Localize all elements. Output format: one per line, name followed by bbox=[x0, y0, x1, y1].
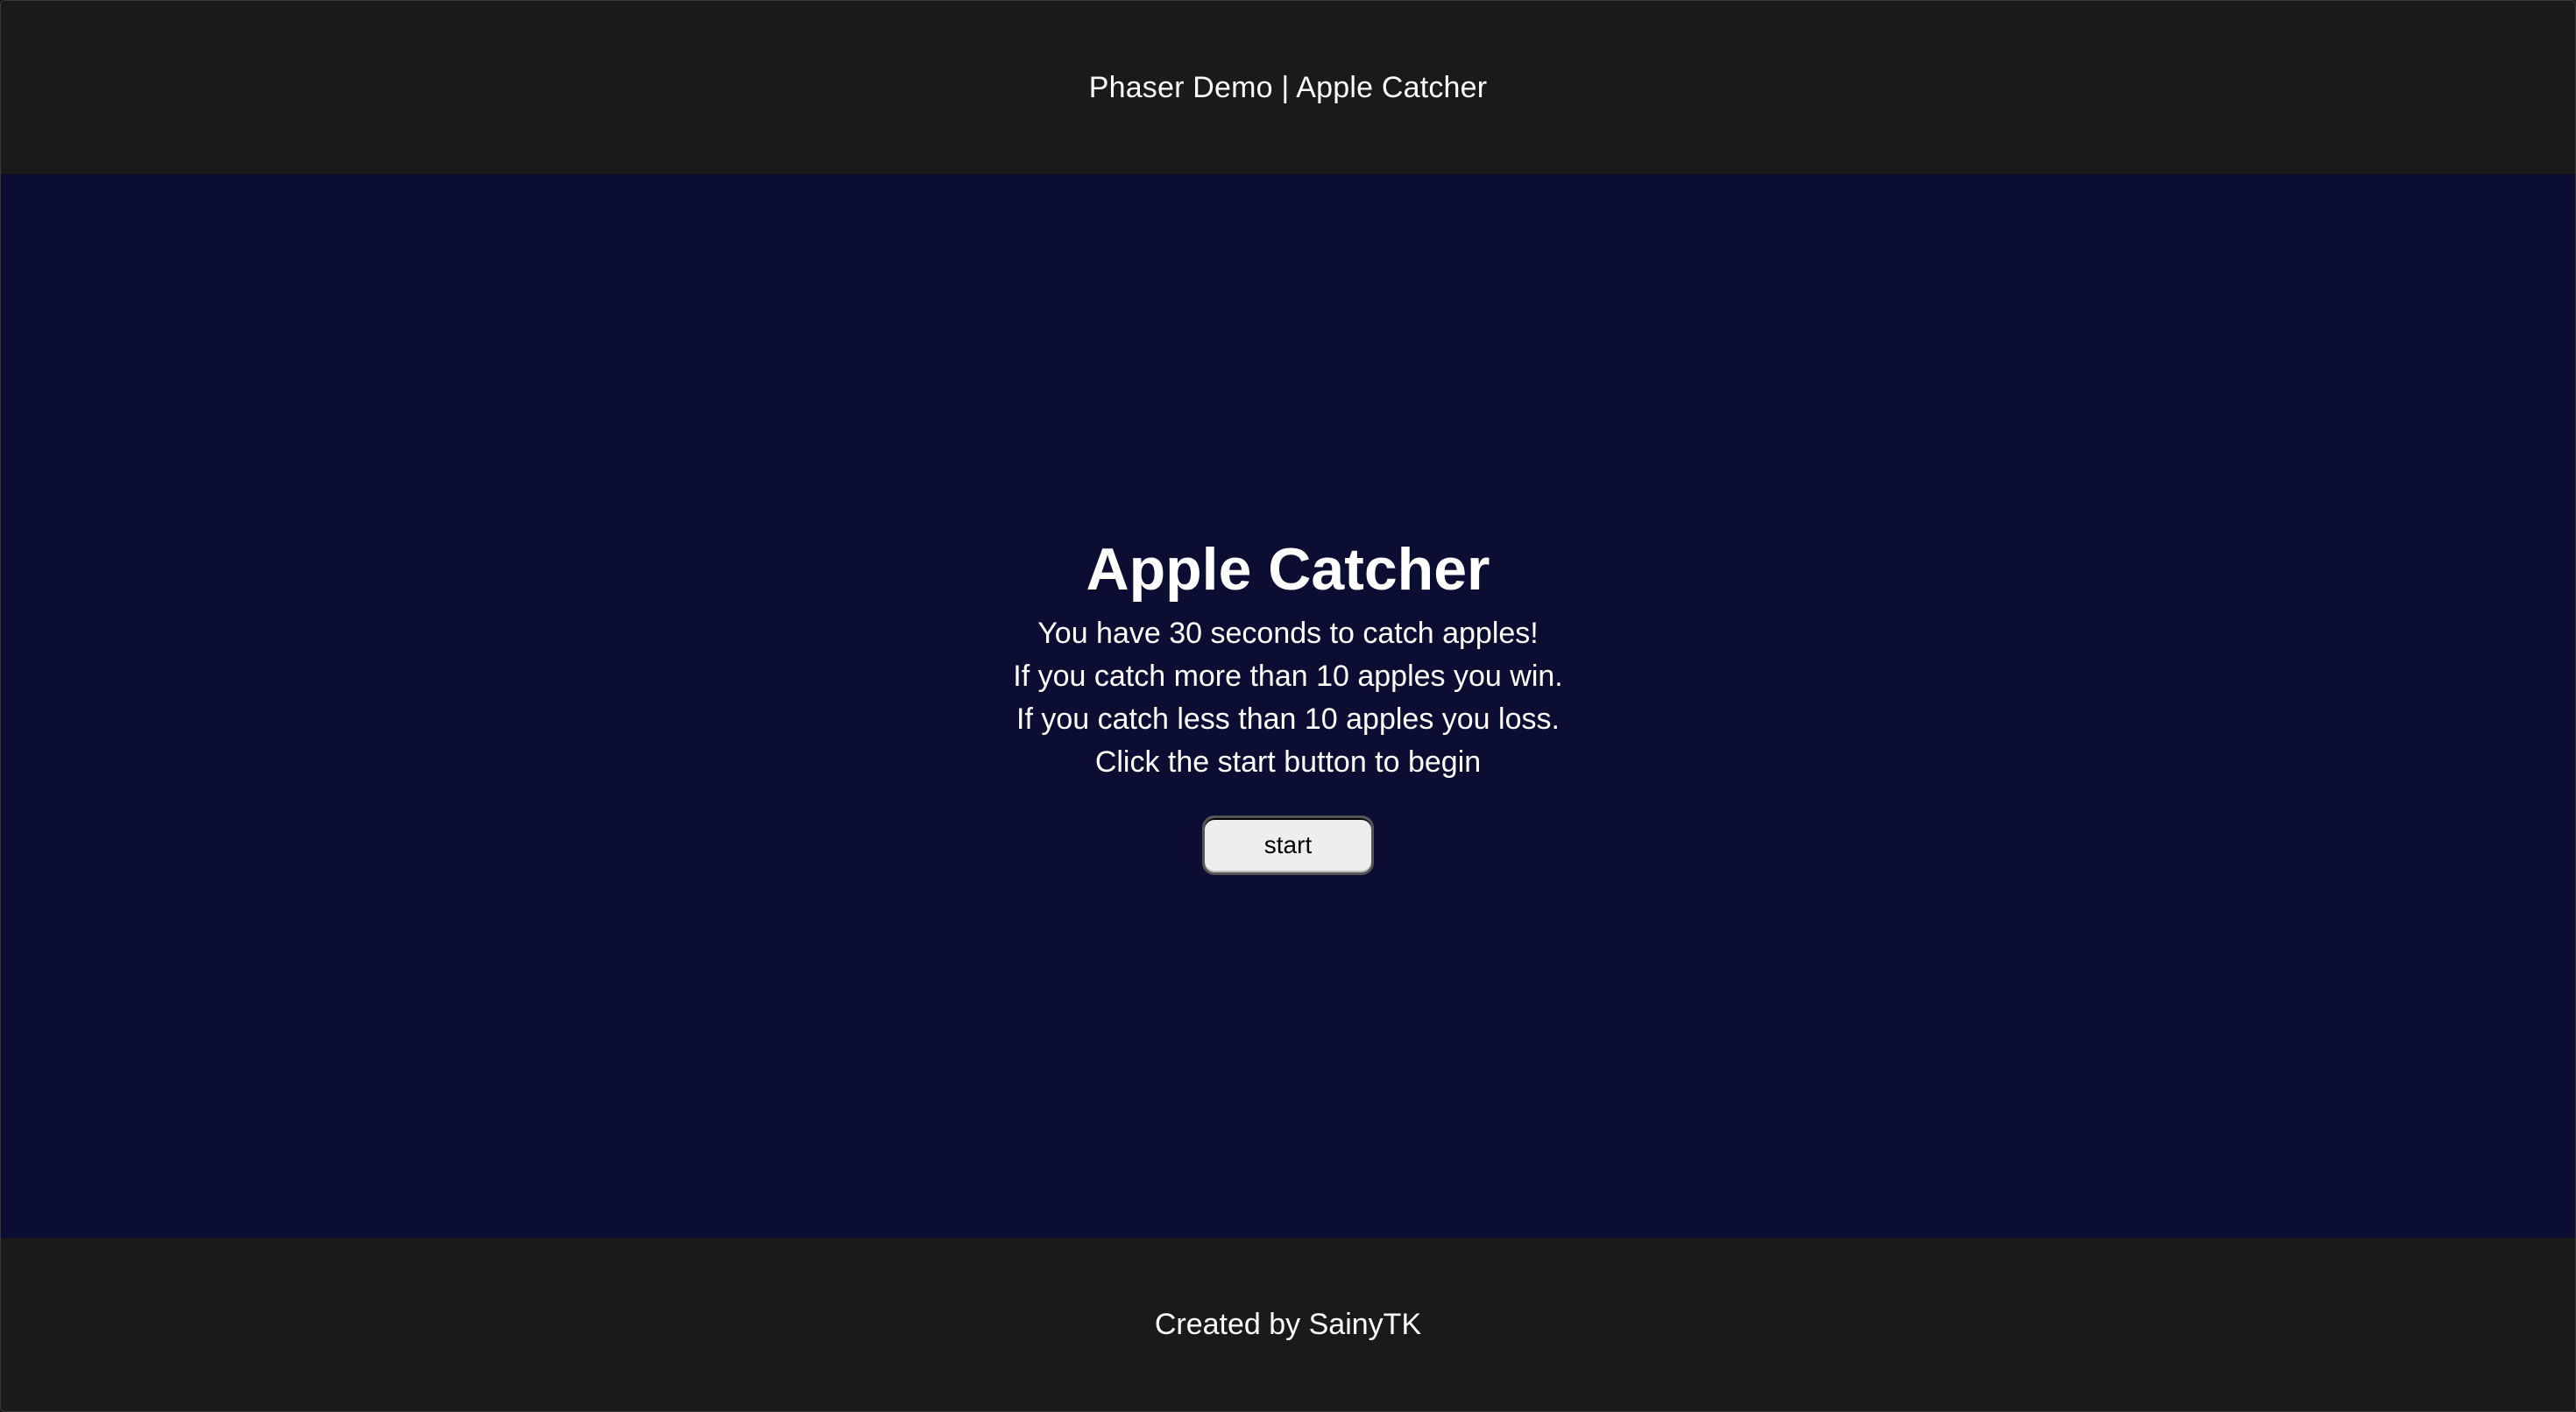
game-instructions: You have 30 seconds to catch apples! If … bbox=[1013, 612, 1562, 784]
game-canvas[interactable]: Apple Catcher You have 30 seconds to cat… bbox=[1, 174, 2575, 1238]
start-button[interactable]: start bbox=[1202, 815, 1374, 876]
instruction-lose-condition: If you catch less than 10 apples you los… bbox=[1016, 702, 1560, 737]
instruction-win-condition: If you catch more than 10 apples you win… bbox=[1013, 660, 1563, 694]
site-header: Phaser Demo | Apple Catcher bbox=[1, 1, 2575, 174]
instruction-time-limit: You have 30 seconds to catch apples! bbox=[1037, 617, 1539, 651]
browser-page: Phaser Demo | Apple Catcher Apple Catche… bbox=[0, 0, 2576, 1412]
instruction-start: Click the start button to begin bbox=[1094, 745, 1482, 780]
footer-credit: Created by SainyTK bbox=[1154, 1307, 1422, 1341]
page-title: Phaser Demo | Apple Catcher bbox=[1088, 70, 1488, 104]
game-title: Apple Catcher bbox=[1086, 535, 1490, 603]
site-footer: Created by SainyTK bbox=[1, 1238, 2575, 1411]
